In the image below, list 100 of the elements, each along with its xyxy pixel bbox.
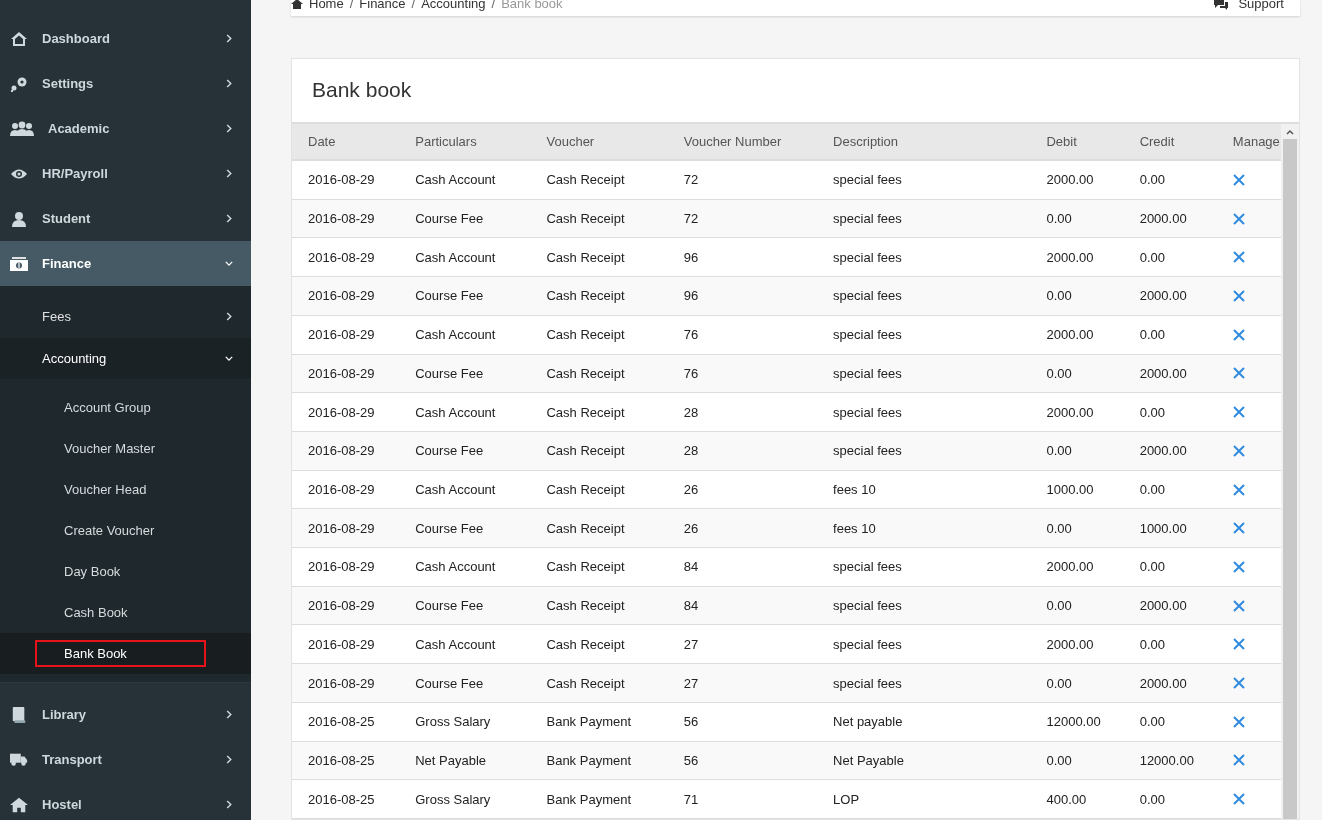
table-cell: 84 bbox=[683, 547, 834, 587]
delete-icon[interactable] bbox=[1232, 328, 1245, 341]
table-cell: 2000.00 bbox=[1139, 199, 1233, 238]
table-cell: 2000.00 bbox=[1139, 431, 1233, 471]
table-cell: 2016-08-29 bbox=[292, 199, 416, 238]
table-cell: Course Fee bbox=[415, 276, 547, 316]
sidebar-item[interactable]: Dashboard bbox=[0, 16, 251, 61]
table-cell: Cash Receipt bbox=[546, 354, 684, 393]
table-cell: Cash Account bbox=[415, 470, 547, 509]
table-cell: Course Fee bbox=[415, 586, 547, 625]
chevron-down-icon bbox=[225, 259, 233, 268]
table-cell: Cash Receipt bbox=[546, 431, 684, 471]
submenu-link[interactable]: Day Book bbox=[35, 558, 206, 585]
table-cell: Cash Account bbox=[415, 315, 547, 355]
table-cell: special fees bbox=[833, 354, 1047, 393]
delete-icon[interactable] bbox=[1232, 251, 1245, 264]
sidebar-item[interactable]: Student bbox=[0, 196, 251, 241]
table-cell: Bank Payment bbox=[546, 702, 684, 742]
delete-icon[interactable] bbox=[1232, 406, 1245, 419]
delete-icon[interactable] bbox=[1232, 715, 1245, 728]
users-icon bbox=[10, 120, 34, 137]
table-cell: 0.00 bbox=[1139, 160, 1233, 200]
delete-icon[interactable] bbox=[1232, 677, 1245, 689]
delete-icon[interactable] bbox=[1232, 444, 1245, 457]
submenu-link[interactable]: Account Group bbox=[35, 394, 206, 421]
submenu-link[interactable]: Voucher Head bbox=[35, 476, 206, 503]
table-cell: 2016-08-29 bbox=[292, 624, 416, 664]
chevron-right-icon bbox=[225, 755, 233, 764]
sidebar-item[interactable]: Library bbox=[0, 692, 251, 737]
table-cell: 2016-08-29 bbox=[292, 392, 416, 432]
table-cell: 2000.00 bbox=[1046, 315, 1140, 355]
table-cell: Net Payable bbox=[833, 741, 1047, 780]
delete-icon[interactable] bbox=[1232, 522, 1245, 535]
table-cell: Bank Payment bbox=[546, 779, 684, 819]
chevron-right-icon bbox=[225, 311, 233, 321]
table-cell: Gross Salary bbox=[415, 779, 547, 819]
table-cell: 2016-08-29 bbox=[292, 663, 416, 703]
table-cell: Cash Receipt bbox=[546, 315, 684, 355]
submenu-item[interactable]: Accounting bbox=[0, 338, 251, 379]
sidebar-item[interactable]: Transport bbox=[0, 737, 251, 782]
delete-icon[interactable] bbox=[1232, 173, 1245, 186]
table-cell: special fees bbox=[833, 237, 1047, 277]
chat-icon bbox=[1214, 0, 1229, 10]
submenu-link[interactable]: Create Voucher bbox=[35, 517, 206, 544]
table-cell: 0.00 bbox=[1046, 741, 1140, 780]
user-icon bbox=[10, 210, 28, 227]
table-cell: 2000.00 bbox=[1046, 237, 1140, 277]
table-cell: special fees bbox=[833, 315, 1047, 355]
table-cell: Course Fee bbox=[415, 663, 547, 703]
submenu-link[interactable]: Cash Book bbox=[35, 599, 206, 626]
table-cell: Cash Receipt bbox=[546, 199, 684, 238]
sidebar-item[interactable]: Settings bbox=[0, 61, 251, 106]
table-cell: 71 bbox=[683, 779, 834, 819]
submenu-link[interactable]: Voucher Master bbox=[35, 435, 206, 462]
table-cell: 26 bbox=[683, 508, 834, 548]
table-cell: 0.00 bbox=[1046, 354, 1140, 393]
house-icon bbox=[10, 796, 28, 813]
table-cell: 0.00 bbox=[1139, 547, 1233, 587]
table-cell: 76 bbox=[683, 315, 834, 355]
delete-icon[interactable] bbox=[1232, 483, 1245, 496]
table-cell: 2000.00 bbox=[1046, 624, 1140, 664]
delete-icon[interactable] bbox=[1232, 638, 1245, 651]
table-cell: special fees bbox=[833, 663, 1047, 703]
table-cell: Course Fee bbox=[415, 431, 547, 471]
table-cell: 2000.00 bbox=[1139, 663, 1233, 703]
home-icon bbox=[291, 0, 303, 9]
delete-icon[interactable] bbox=[1232, 599, 1245, 612]
delete-icon[interactable] bbox=[1232, 212, 1245, 225]
table-cell: Cash Account bbox=[415, 547, 547, 587]
table-cell: 2016-08-25 bbox=[292, 779, 416, 819]
table-cell: Cash Receipt bbox=[546, 392, 684, 432]
table-cell: 84 bbox=[683, 586, 834, 625]
table-cell: 12000.00 bbox=[1139, 741, 1233, 780]
table-cell: Cash Receipt bbox=[546, 547, 684, 587]
sidebar-item[interactable]: HR/Payroll bbox=[0, 151, 251, 196]
table-cell: 0.00 bbox=[1046, 431, 1140, 471]
sidebar-item[interactable]: Academic bbox=[0, 106, 251, 151]
submenu-item[interactable]: Fees bbox=[0, 294, 251, 338]
sidebar-item[interactable]: Finance bbox=[0, 241, 251, 286]
table-cell: special fees bbox=[833, 392, 1047, 432]
delete-icon[interactable] bbox=[1232, 754, 1245, 767]
scroll-up-icon[interactable] bbox=[1286, 129, 1294, 135]
scrollbar[interactable] bbox=[1281, 124, 1299, 819]
submenu-link[interactable]: Bank Book bbox=[35, 640, 206, 667]
table-cell: 2016-08-25 bbox=[292, 741, 416, 780]
delete-icon[interactable] bbox=[1232, 290, 1245, 302]
delete-icon[interactable] bbox=[1232, 560, 1245, 573]
table-cell: 96 bbox=[683, 237, 834, 277]
table-cell: 0.00 bbox=[1046, 508, 1140, 548]
table-cell: special fees bbox=[833, 586, 1047, 625]
card-title: Bank book bbox=[311, 77, 413, 103]
delete-icon[interactable] bbox=[1232, 793, 1245, 806]
table-cell: 0.00 bbox=[1046, 663, 1140, 703]
table-cell: 2000.00 bbox=[1046, 392, 1140, 432]
delete-icon[interactable] bbox=[1232, 367, 1245, 380]
table-cell: special fees bbox=[833, 160, 1047, 200]
column-header: Manage bbox=[1232, 124, 1281, 160]
chevron-right-icon bbox=[225, 214, 233, 223]
sidebar-item[interactable]: Hostel bbox=[0, 782, 251, 820]
table-cell: 0.00 bbox=[1139, 315, 1233, 355]
